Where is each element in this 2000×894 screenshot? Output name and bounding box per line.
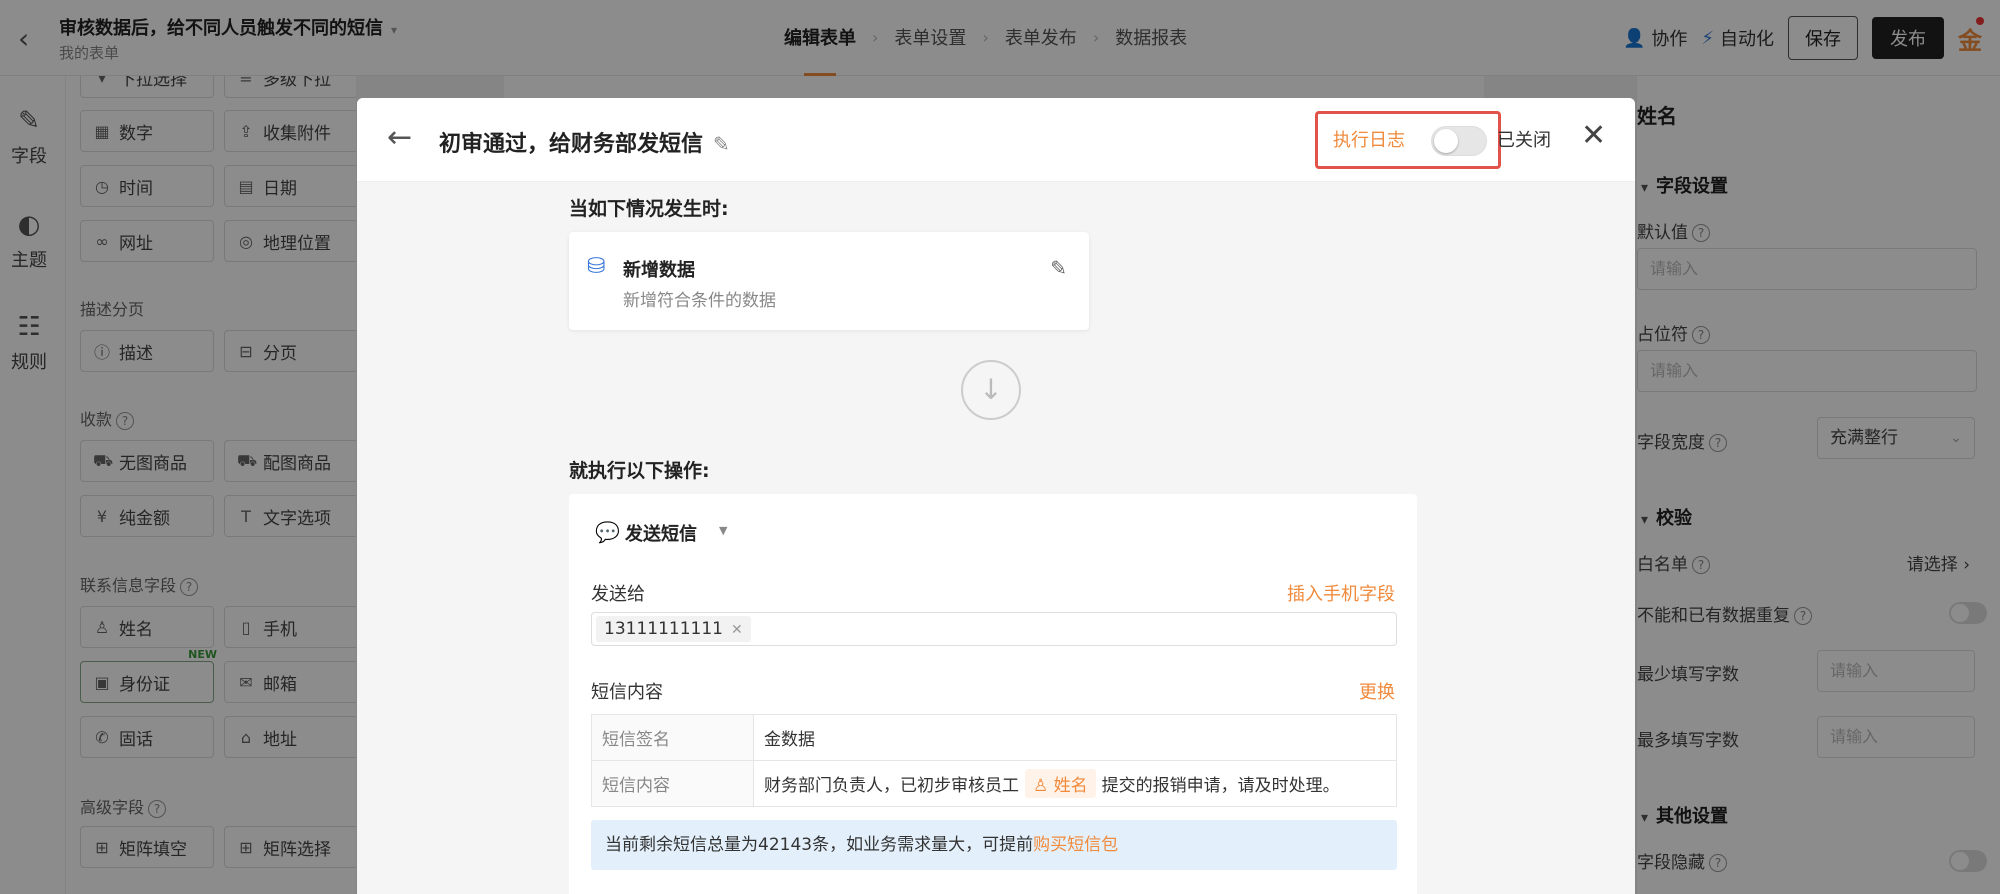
execution-log-label: 执行日志 [1333, 130, 1405, 151]
back-arrow-icon[interactable]: ← [387, 120, 412, 155]
arrow-down-icon: ↓ [961, 360, 1021, 420]
table-cell-key: 短信内容 [591, 760, 754, 807]
notice-text: 当前剩余短信总量为42143条，如业务需求量大，可提前 [605, 835, 1034, 855]
insert-phone-field-link[interactable]: 插入手机字段 [1287, 580, 1395, 606]
table-cell-value: 金数据 [753, 714, 1397, 761]
trigger-desc: 新增符合条件的数据 [623, 291, 776, 311]
field-chip-label: 姓名 [1053, 776, 1088, 796]
sms-content-label: 短信内容 [591, 682, 663, 703]
phone-tag: 13111111111 ✕ [596, 616, 751, 642]
sms-quota-notice: 当前剩余短信总量为42143条，如业务需求量大，可提前购买短信包 [591, 820, 1397, 870]
action-heading: 就执行以下操作: [569, 460, 710, 482]
table-row: 短信签名 金数据 [591, 714, 1397, 761]
remove-icon[interactable]: ✕ [731, 622, 743, 638]
table-row: 短信内容 财务部门负责人，已初步审核员工 ♙ 姓名 提交的报销申请，请及时处理。 [591, 760, 1397, 807]
trigger-card[interactable]: ⛁ 新增数据 新增符合条件的数据 ✎ [569, 232, 1089, 330]
caret-down-icon[interactable]: ▼ [719, 524, 727, 537]
modal-header: ← 初审通过，给财务部发短信 ✎ 执行日志 已关闭 ✕ [357, 98, 1635, 182]
trigger-heading: 当如下情况发生时: [569, 198, 729, 220]
send-to-label: 发送给 [591, 584, 645, 605]
execution-log-toggle[interactable] [1431, 126, 1487, 156]
automation-modal: ← 初审通过，给财务部发短信 ✎ 执行日志 已关闭 ✕ 当如下情况发生时: ⛁ 新… [357, 98, 1635, 894]
table-cell-value: 财务部门负责人，已初步审核员工 ♙ 姓名 提交的报销申请，请及时处理。 [753, 760, 1397, 807]
recipient-input[interactable]: 13111111111 ✕ [591, 612, 1397, 646]
buy-sms-link[interactable]: 购买短信包 [1033, 835, 1118, 855]
database-icon: ⛁ [587, 254, 606, 279]
phone-tag-text: 13111111111 [604, 619, 723, 639]
sms-text-prefix: 财务部门负责人，已初步审核员工 [764, 776, 1019, 796]
sms-template-table: 短信签名 金数据 短信内容 财务部门负责人，已初步审核员工 ♙ 姓名 提交的报销申请… [591, 714, 1397, 807]
pencil-icon[interactable]: ✎ [713, 132, 730, 156]
replace-template-link[interactable]: 更换 [1359, 678, 1395, 704]
pencil-icon[interactable]: ✎ [1050, 256, 1067, 280]
user-icon: ♙ [1033, 776, 1049, 796]
trigger-name: 新增数据 [623, 260, 695, 281]
toggle-state-label: 已关闭 [1497, 130, 1551, 151]
sms-text-suffix: 提交的报销申请，请及时处理。 [1101, 776, 1340, 796]
modal-title: 初审通过，给财务部发短信 ✎ [439, 132, 730, 157]
action-type-select[interactable]: 发送短信 [625, 520, 697, 546]
field-chip[interactable]: ♙ 姓名 [1025, 769, 1096, 798]
table-cell-key: 短信签名 [591, 714, 754, 761]
action-card: 💬 发送短信 ▼ 发送给 插入手机字段 13111111111 ✕ 短信内容 更换… [569, 494, 1417, 894]
chat-bubble-icon: 💬 [595, 520, 620, 544]
close-icon[interactable]: ✕ [1581, 118, 1606, 153]
